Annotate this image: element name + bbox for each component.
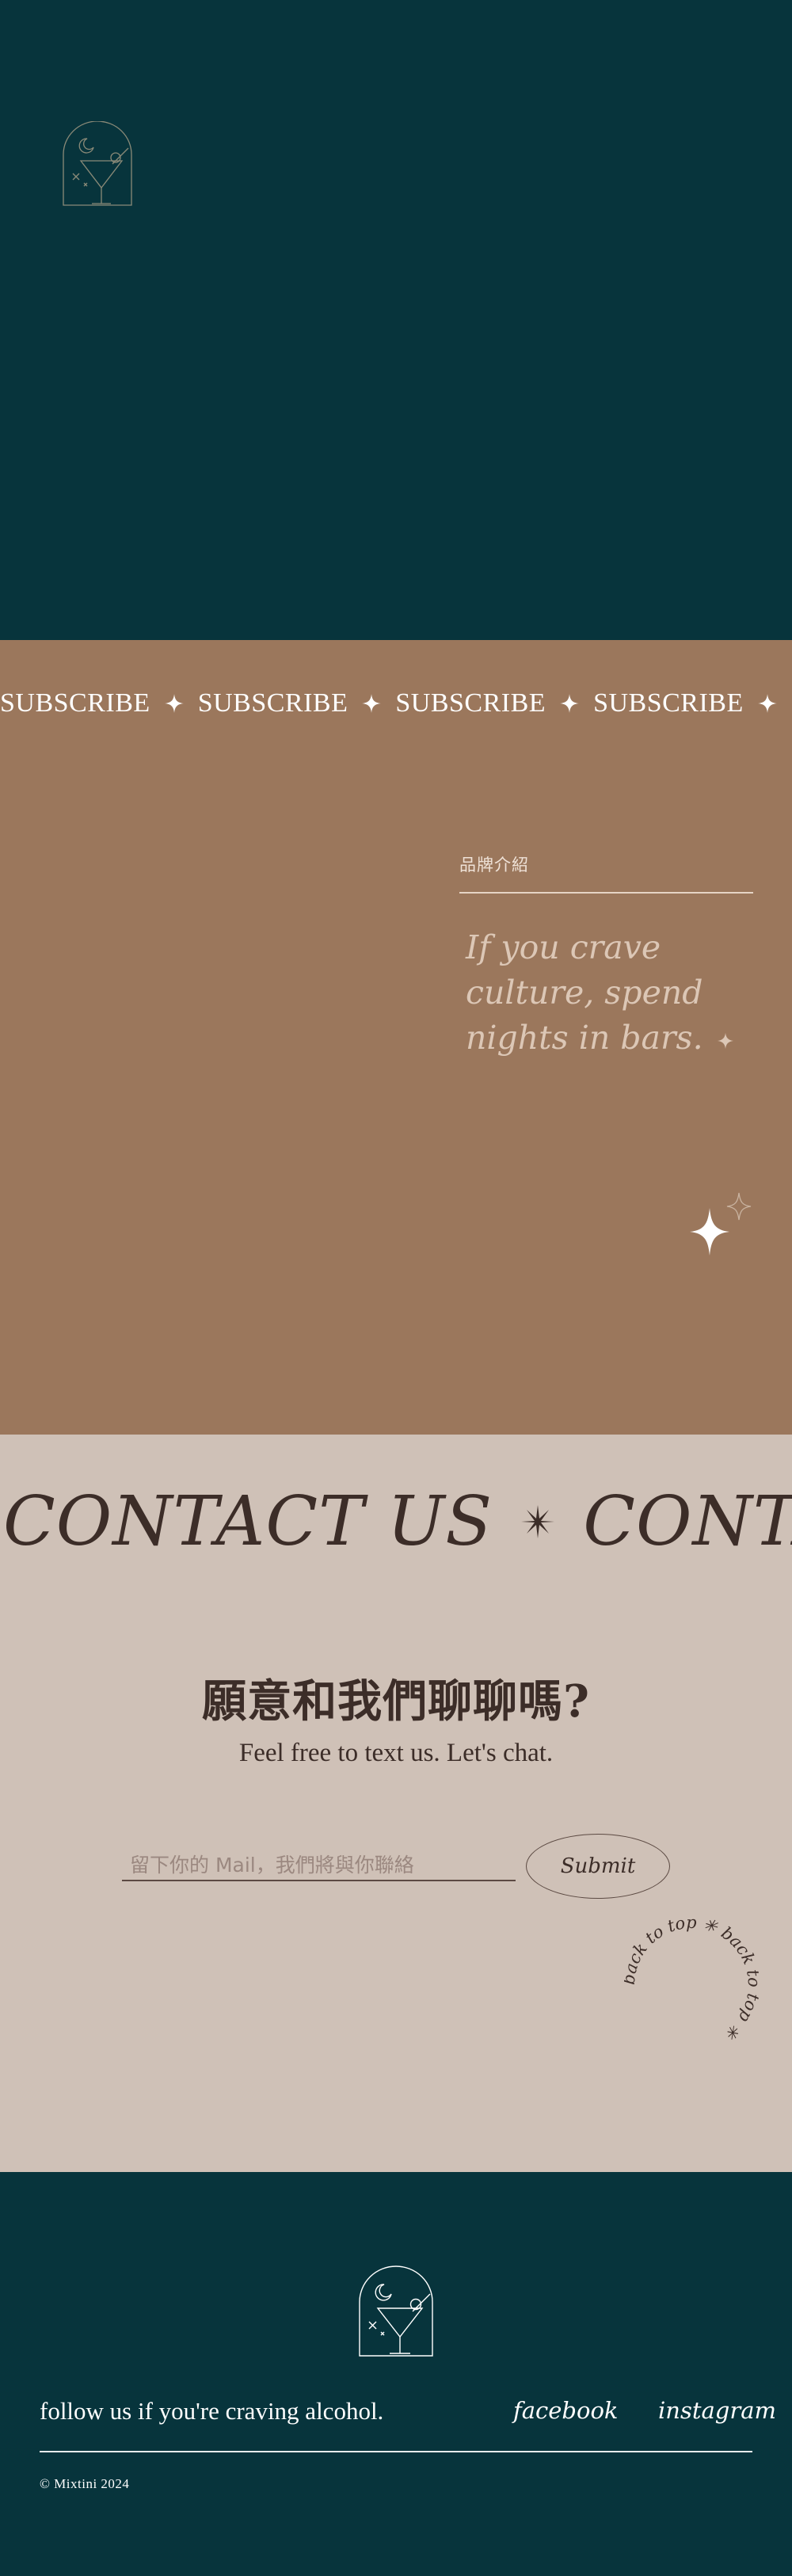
- subscribe-word: SUBSCRIBE: [197, 688, 348, 718]
- asterisk-star-icon: [521, 1505, 555, 1538]
- contact-title: 願意和我們聊聊嗎?: [202, 1675, 590, 1728]
- subscribe-section: SUBSCRIBESUBSCRIBESUBSCRIBESUBSCRIBESUBS…: [0, 640, 792, 1435]
- hero-section: [0, 0, 792, 640]
- subscribe-word: SUBSCRIBE: [395, 688, 546, 718]
- footer-divider: [40, 2451, 752, 2452]
- four-point-star-icon: [362, 694, 382, 713]
- four-point-star-icon: [560, 694, 580, 713]
- contact-marquee-item: CONTACT US: [583, 1482, 792, 1561]
- back-to-top-text: back to top ✳ back to top ✳: [624, 1918, 759, 2044]
- cocktail-logo-icon: [63, 121, 132, 206]
- brand-quote: If you crave culture, spend nights in ba…: [466, 925, 767, 1061]
- contact-us-word: CONTACT US: [3, 1482, 493, 1561]
- sparkle-outline-icon: [726, 1192, 752, 1221]
- submit-button[interactable]: Submit: [526, 1834, 670, 1899]
- footer: follow us if you're craving alcohol. fac…: [0, 2172, 792, 2576]
- subscribe-word: SUBSCRIBE: [0, 688, 150, 718]
- four-point-star-icon: [164, 694, 184, 713]
- contact-marquee: CONTACT USCONTACT USCONTACT US: [3, 1482, 792, 1561]
- brand-quote-text: If you crave culture, spend nights in ba…: [466, 928, 703, 1057]
- subscribe-marquee-item: SUBSCRIBE: [593, 688, 791, 718]
- contact-us-word: CONTACT US: [583, 1482, 792, 1561]
- contact-subtitle: Feel free to text us. Let's chat.: [238, 1739, 554, 1767]
- subscribe-marquee-item: SUBSCRIBE: [395, 688, 593, 718]
- subscribe-marquee: SUBSCRIBESUBSCRIBESUBSCRIBESUBSCRIBESUBS…: [0, 680, 792, 727]
- contact-marquee-item: CONTACT US: [3, 1482, 583, 1561]
- four-point-star-icon: [717, 1032, 733, 1049]
- follow-text: follow us if you're craving alcohol.: [40, 2397, 384, 2425]
- email-input[interactable]: [122, 1850, 516, 1880]
- brand-label: 品牌介紹: [459, 855, 529, 875]
- copyright-text: © Mixtini 2024: [40, 2476, 130, 2491]
- contact-section: CONTACT USCONTACT USCONTACT US 願意和我們聊聊嗎?…: [0, 1435, 792, 2172]
- subscribe-marquee-item: SUBSCRIBE: [0, 688, 198, 718]
- facebook-link[interactable]: facebook: [513, 2397, 618, 2424]
- instagram-link[interactable]: instagram: [658, 2397, 776, 2424]
- back-to-top-button[interactable]: back to top ✳ back to top ✳: [624, 1918, 759, 2052]
- subscribe-word: SUBSCRIBE: [593, 688, 744, 718]
- back-to-top-label: back to top ✳ back to top ✳: [624, 1918, 759, 2044]
- subscribe-marquee-item: SUBSCRIBE: [198, 688, 396, 718]
- sparkle-icon: [690, 1208, 729, 1256]
- cocktail-logo-icon: [359, 2265, 433, 2357]
- brand-divider: [459, 892, 753, 894]
- email-field-wrapper: [122, 1850, 516, 1881]
- four-point-star-icon: [757, 694, 777, 713]
